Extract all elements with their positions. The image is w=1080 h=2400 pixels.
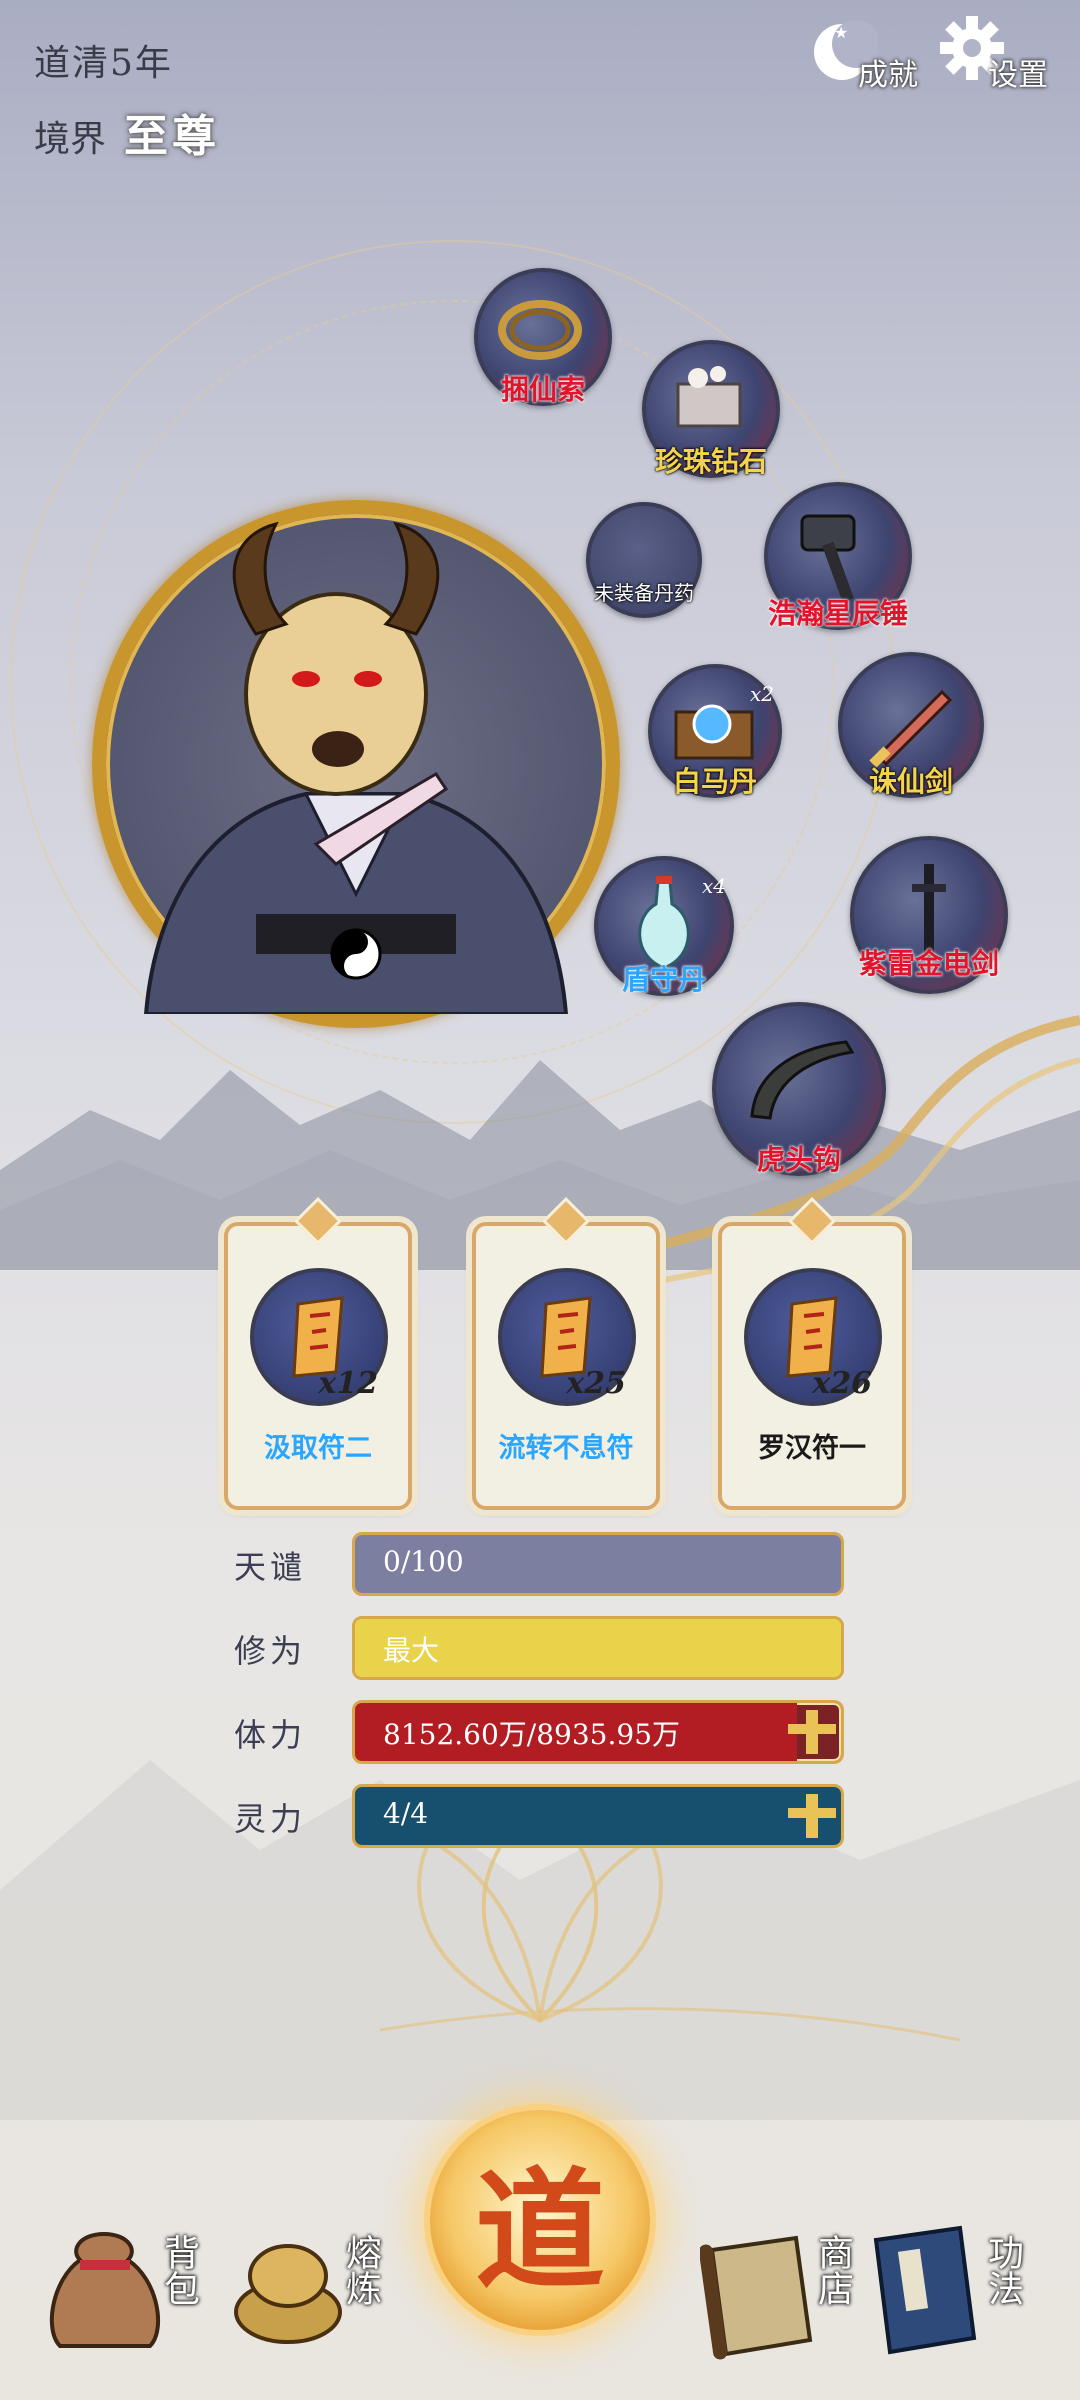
stat-label-tili: 体力: [234, 1716, 307, 1754]
equip-name: 盾守丹: [621, 963, 707, 996]
settings-button[interactable]: 设置: [938, 14, 1048, 94]
nav-bag-button[interactable]: 背包: [40, 2220, 210, 2370]
nav-refine-button[interactable]: 熔炼: [228, 2220, 398, 2370]
equip-name: 虎头钩: [756, 1143, 842, 1176]
tili-value: 8152.60万/8935.95万: [383, 1718, 681, 1751]
equip-name: 未装备丹药: [594, 581, 694, 605]
achievement-button[interactable]: ★ 成就: [808, 14, 918, 94]
tianqian-bar: 0/100: [352, 1532, 844, 1596]
realm-value: 至尊: [124, 111, 221, 162]
equip-name: 紫雷金电剑: [858, 947, 1000, 980]
item-count: x4: [701, 874, 726, 898]
talisman-card[interactable]: x26 罗汉符一: [718, 1196, 906, 1510]
talisman-card[interactable]: x25 流转不息符: [472, 1196, 660, 1510]
equip-slot-rope[interactable]: 捆仙索: [474, 268, 612, 406]
tili-bar: 8152.60万/8935.95万: [352, 1700, 844, 1764]
nav-shop-label: 商店: [812, 2234, 853, 2306]
achievement-label: 成就: [858, 58, 918, 93]
map-scroll-icon: [698, 2235, 813, 2360]
character-portrait-icon: [143, 521, 569, 1016]
equip-name: 浩瀚星辰锤: [767, 597, 909, 630]
lingli-value: 4/4: [383, 1797, 429, 1830]
nav-bag-label: 背包: [158, 2234, 199, 2306]
equip-name: 白马丹: [672, 765, 758, 798]
realm-label: 境界: [34, 119, 107, 160]
equip-slot-empty-pill[interactable]: 未装备丹药: [586, 502, 702, 618]
character-avatar[interactable]: [92, 500, 620, 1028]
lingli-bar: 4/4: [352, 1784, 844, 1848]
plus-icon: [788, 1710, 836, 1754]
equip-slot-zhuxian-sword[interactable]: 诛仙剑: [838, 652, 984, 798]
equip-name: 捆仙索: [500, 373, 586, 406]
equip-slot-white-horse-pill[interactable]: x2 白马丹: [648, 664, 782, 798]
talisman-count: x12: [318, 1366, 378, 1401]
nav-skills-label: 功法: [982, 2234, 1023, 2306]
plus-icon: [788, 1794, 836, 1838]
talisman-card[interactable]: x12 汲取符二: [224, 1196, 412, 1510]
talisman-name: 汲取符二: [264, 1433, 372, 1464]
svg-text:★: ★: [834, 23, 848, 42]
equip-slot-hammer[interactable]: 浩瀚星辰锤: [764, 482, 912, 630]
equip-name: 诛仙剑: [868, 765, 954, 798]
equip-slot-gem[interactable]: 珍珠钻石: [642, 340, 780, 478]
dao-label: 道: [474, 2154, 605, 2307]
talisman-count: x25: [566, 1366, 626, 1401]
book-icon: [873, 2225, 977, 2355]
tili-add-button[interactable]: [772, 1703, 852, 1761]
equip-slot-tiger-hook[interactable]: 虎头钩: [712, 1002, 886, 1176]
xiuwei-bar: 最大: [352, 1616, 844, 1680]
stat-label-lingli: 灵力: [234, 1800, 307, 1838]
bag-icon: [49, 2231, 161, 2348]
dao-cultivate-button[interactable]: 道: [430, 2110, 650, 2330]
settings-label: 设置: [988, 58, 1048, 93]
lingli-add-button[interactable]: [772, 1787, 852, 1845]
equip-slot-shield-pill[interactable]: x4 盾守丹: [594, 856, 734, 996]
furnace-icon: [234, 2244, 342, 2344]
nav-shop-button[interactable]: 商店: [698, 2220, 870, 2370]
nav-skills-button[interactable]: 功法: [862, 2220, 1052, 2370]
item-count: x2: [749, 682, 774, 706]
year-label: 道清5年: [34, 43, 173, 84]
talisman-name: 罗汉符一: [758, 1433, 866, 1464]
equip-name: 珍珠钻石: [654, 445, 768, 478]
equip-slot-purple-thunder-sword[interactable]: 紫雷金电剑: [850, 836, 1008, 994]
realm-row: 境界 至尊: [34, 100, 220, 164]
tianqian-value: 0/100: [383, 1545, 464, 1578]
stat-label-tianqian: 天谴: [234, 1548, 307, 1586]
talisman-count: x26: [812, 1366, 872, 1401]
talisman-name: 流转不息符: [498, 1433, 634, 1464]
stat-label-xiuwei: 修为: [234, 1632, 307, 1670]
nav-refine-label: 熔炼: [340, 2234, 381, 2306]
xiuwei-value: 最大: [383, 1634, 440, 1667]
